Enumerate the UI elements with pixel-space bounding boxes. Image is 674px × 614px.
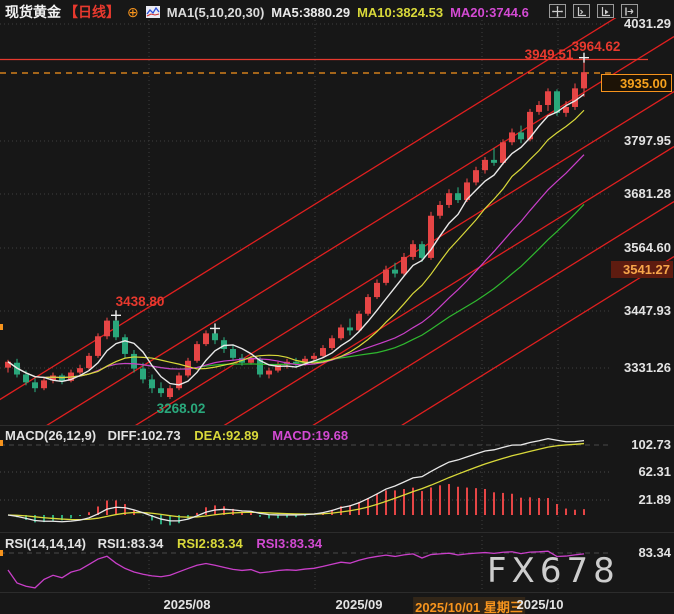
date-label: 2025/10/01 星期三	[413, 597, 525, 614]
rsi3-value: RSI3:83.34	[256, 536, 322, 551]
watermark: FX678	[487, 551, 620, 591]
date-label: 2025/10	[517, 597, 564, 612]
axis-tick: 3331.26	[624, 360, 671, 375]
macd-dea-value: DEA:92.89	[194, 428, 258, 443]
axis-tick: 62.31	[638, 464, 671, 479]
ma10-value: MA10:3824.53	[357, 5, 443, 20]
chart-canvas[interactable]	[0, 0, 674, 614]
axis-tick: 3681.28	[624, 186, 671, 201]
rsi1-value: RSI1:83.34	[98, 536, 164, 551]
macd-hist-value: MACD:19.68	[272, 428, 348, 443]
axis-tick: 21.89	[638, 492, 671, 507]
axis-tick: 102.73	[631, 437, 671, 452]
rsi-title: RSI(14,14,14)	[5, 536, 86, 551]
period-label: 【日线】	[64, 2, 120, 22]
rsi-legend: RSI(14,14,14) RSI1:83.34 RSI2:83.34 RSI3…	[5, 536, 322, 551]
axis-tick: 83.34	[638, 545, 671, 560]
crosshair-icon[interactable]: ⊕	[127, 6, 139, 18]
scale-axis-button[interactable]	[573, 4, 590, 18]
axis-tick: 3447.93	[624, 303, 671, 318]
axis-tick: 3797.95	[624, 133, 671, 148]
axis-tick: 3564.60	[624, 240, 671, 255]
date-label: 2025/09	[336, 597, 383, 612]
current-price-label: 3935.00	[601, 74, 672, 92]
macd-diff-value: DIFF:102.73	[108, 428, 181, 443]
chart-header: 现货黄金【日线】 ⊕ MA1(5,10,20,30) MA5:3880.29 M…	[5, 3, 529, 21]
macd-legend: MACD(26,12,9) DIFF:102.73 DEA:92.89 MACD…	[5, 428, 348, 443]
pan-tool-button[interactable]	[549, 4, 566, 18]
reference-price-label: 3541.27	[611, 261, 673, 278]
macd-title: MACD(26,12,9)	[5, 428, 96, 443]
auto-scroll-button[interactable]	[597, 4, 614, 18]
symbol-name: 现货黄金	[5, 2, 61, 22]
chart-type-icon[interactable]	[146, 6, 160, 18]
trading-chart-window: { "header": { "symbol": "现货黄金", "period"…	[0, 0, 674, 614]
ma20-value: MA20:3744.6	[450, 5, 529, 20]
ma-settings-label: MA1(5,10,20,30)	[167, 5, 265, 20]
rsi2-value: RSI2:83.34	[177, 536, 243, 551]
date-label: 2025/08	[164, 597, 211, 612]
axis-tick: 4031.29	[624, 16, 671, 31]
ma5-value: MA5:3880.29	[271, 5, 350, 20]
